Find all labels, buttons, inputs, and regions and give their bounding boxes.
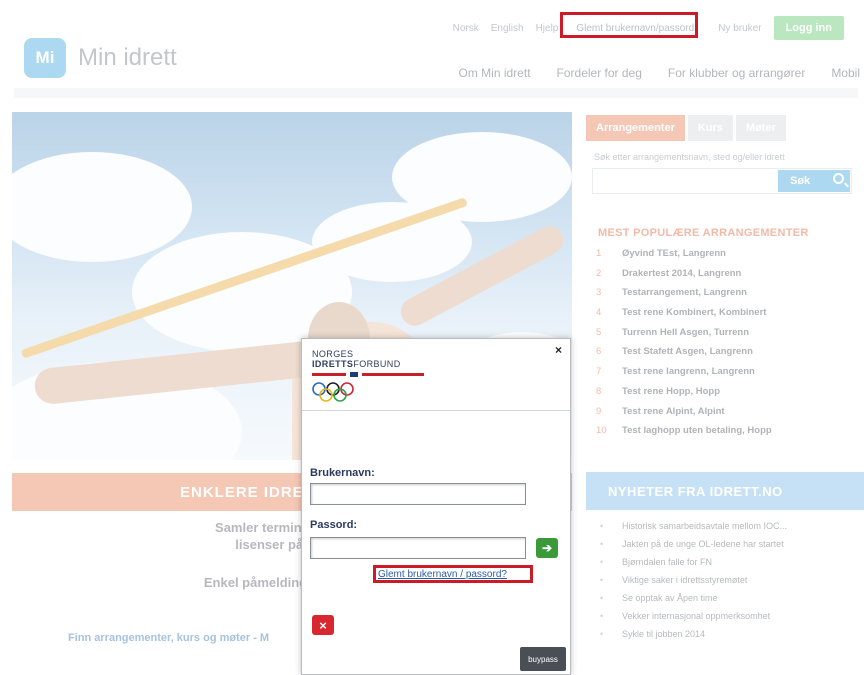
list-item[interactable]: 2 Drakertest 2014, Langrenn bbox=[596, 268, 772, 288]
event-tabs: Arrangementer Kurs Møter bbox=[586, 115, 789, 141]
search-button-label: Søk bbox=[790, 175, 811, 187]
nif-logo-bars bbox=[312, 372, 424, 377]
nav-clubs[interactable]: For klubber og arrangører bbox=[668, 66, 805, 80]
tab-arrangementer[interactable]: Arrangementer bbox=[586, 115, 685, 141]
dialog-header: NORGES IDRETTSFORBUND × bbox=[302, 339, 570, 411]
logo-badge: Mi bbox=[24, 38, 66, 78]
list-item[interactable]: • Viktige saker i idrettsstyremøtet bbox=[600, 575, 787, 593]
header-divider bbox=[14, 88, 858, 98]
news-heading: NYHETER FRA IDRETT.NO bbox=[586, 472, 864, 510]
find-events-link[interactable]: Finn arrangementer, kurs og møter - M bbox=[68, 632, 269, 644]
logo-text: Min idrett bbox=[78, 44, 177, 71]
list-item[interactable]: 7 Test rene langrenn, Langrenn bbox=[596, 366, 772, 386]
nav-mobile[interactable]: Mobil bbox=[831, 66, 860, 80]
search-hint: Søk etter arrangementsnavn, sted og/elle… bbox=[594, 152, 785, 162]
search-icon bbox=[833, 173, 844, 184]
main-nav: Om Min idrett Fordeler for deg For klubb… bbox=[459, 66, 864, 80]
lang-norsk-link[interactable]: Norsk bbox=[453, 23, 479, 34]
list-item[interactable]: • Historisk samarbeidsavtale mellom IOC..… bbox=[600, 521, 787, 539]
submit-login-button[interactable]: ➔ bbox=[536, 538, 558, 558]
tab-kurs[interactable]: Kurs bbox=[687, 115, 733, 141]
list-item[interactable]: 10 Test laghopp uten betaling, Hopp bbox=[596, 425, 772, 445]
search-button[interactable]: Søk bbox=[778, 170, 850, 192]
list-item[interactable]: • Se opptak av Åpen time bbox=[600, 593, 787, 611]
list-item[interactable]: 6 Test Stafett Asgen, Langrenn bbox=[596, 346, 772, 366]
list-item[interactable]: 1 Øyvind TEst, Langrenn bbox=[596, 248, 772, 268]
highlight-forgot-dialog bbox=[373, 565, 533, 583]
password-label: Passord: bbox=[310, 519, 358, 531]
nav-benefits[interactable]: Fordeler for deg bbox=[557, 66, 642, 80]
cancel-button[interactable]: × bbox=[312, 615, 334, 635]
nif-logo-text: NORGES IDRETTSFORBUND bbox=[312, 349, 401, 369]
list-item[interactable]: • Bjørndalen falle for FN bbox=[600, 557, 787, 575]
list-item[interactable]: 5 Turrenn Hell Asgen, Turrenn bbox=[596, 327, 772, 347]
login-button[interactable]: Logg inn bbox=[773, 16, 844, 40]
username-field[interactable] bbox=[310, 483, 526, 505]
highlight-forgot-top bbox=[560, 12, 698, 38]
page: Norsk English Hjelp Glemt brukernavn/pas… bbox=[0, 0, 864, 675]
list-item[interactable]: 8 Test rene Hopp, Hopp bbox=[596, 386, 772, 406]
list-item[interactable]: • Jakten på de unge OL-ledene har startet bbox=[600, 539, 787, 557]
list-item[interactable]: 4 Test rene Kombinert, Kombinert bbox=[596, 307, 772, 327]
login-dialog: NORGES IDRETTSFORBUND × Brukernavn: Pass… bbox=[301, 338, 571, 675]
popular-title: MEST POPULÆRE ARRANGEMENTER bbox=[598, 227, 809, 239]
list-item[interactable]: 3 Testarrangement, Langrenn bbox=[596, 287, 772, 307]
new-user-link[interactable]: Ny bruker bbox=[718, 23, 761, 34]
list-item[interactable]: • Sykle til jobben 2014 bbox=[600, 629, 787, 647]
news-list: • Historisk samarbeidsavtale mellom IOC..… bbox=[600, 521, 787, 647]
tab-moter[interactable]: Møter bbox=[735, 115, 786, 141]
logo[interactable]: Mi Min idrett bbox=[24, 38, 177, 78]
popular-list: 1 Øyvind TEst, Langrenn 2 Drakertest 2014,… bbox=[596, 248, 772, 445]
lang-english-link[interactable]: English bbox=[491, 23, 524, 34]
buypass-logo: buypass bbox=[520, 647, 566, 671]
olympic-rings-icon bbox=[312, 382, 354, 402]
username-label: Brukernavn: bbox=[310, 467, 375, 479]
password-field[interactable] bbox=[310, 537, 526, 559]
nav-about[interactable]: Om Min idrett bbox=[459, 66, 531, 80]
help-link[interactable]: Hjelp bbox=[536, 23, 559, 34]
list-item[interactable]: • Vekker internasjonal oppmerksomhet bbox=[600, 611, 787, 629]
arrow-right-icon: ➔ bbox=[541, 541, 553, 555]
close-icon[interactable]: × bbox=[555, 343, 562, 357]
list-item[interactable]: 9 Test rene Alpint, Alpint bbox=[596, 406, 772, 426]
